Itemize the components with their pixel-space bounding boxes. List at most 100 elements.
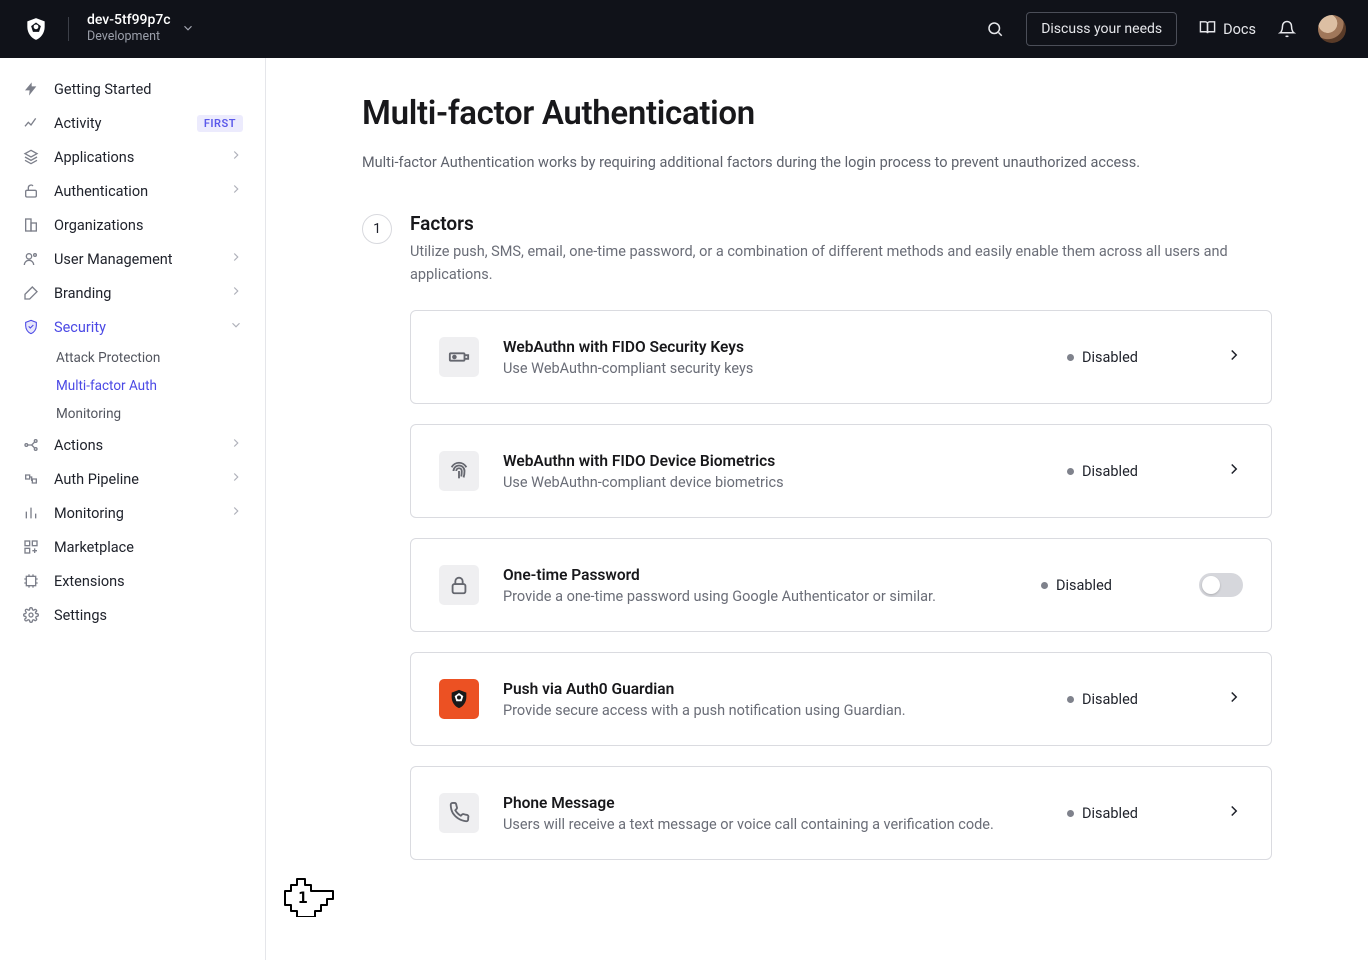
status-text: Disabled [1082, 805, 1138, 822]
main-content: Multi-factor Authentication Multi-factor… [266, 58, 1368, 960]
chevron-right-icon [1225, 460, 1243, 482]
sidebar-item-label: Applications [54, 149, 215, 166]
sidebar-item-auth-pipeline[interactable]: Auth Pipeline [0, 462, 265, 496]
factor-card-guardian[interactable]: Push via Auth0 Guardian Provide secure a… [410, 652, 1272, 746]
chevron-right-icon [229, 182, 243, 200]
sidebar-item-label: Getting Started [54, 81, 243, 98]
sidebar-item-activity[interactable]: Activity FIRST [0, 106, 265, 140]
factor-desc: Provide a one-time password using Google… [503, 588, 1017, 605]
sidebar-item-label: Settings [54, 607, 243, 624]
tenant-switcher[interactable]: dev-5tf99p7c Development [87, 12, 195, 46]
guardian-shield-icon [439, 679, 479, 719]
search-icon[interactable] [986, 20, 1004, 38]
docs-link[interactable]: Docs [1199, 19, 1256, 40]
security-subnav: Attack Protection Multi-factor Auth Moni… [0, 344, 265, 428]
tenant-name: dev-5tf99p7c [87, 12, 171, 28]
chevron-down-icon [229, 318, 243, 336]
factor-card-phone-message[interactable]: Phone Message Users will receive a text … [410, 766, 1272, 860]
page-title: Multi-factor Authentication [362, 94, 1272, 133]
factor-desc: Use WebAuthn-compliant security keys [503, 360, 1043, 377]
chevron-right-icon [229, 284, 243, 302]
section-factors: 1 Factors Utilize push, SMS, email, one-… [362, 212, 1272, 880]
plugin-icon [22, 572, 40, 590]
sidebar-item-security[interactable]: Security [0, 310, 265, 344]
docs-label: Docs [1223, 21, 1256, 38]
sidebar-item-user-management[interactable]: User Management [0, 242, 265, 276]
sidebar-item-actions[interactable]: Actions [0, 428, 265, 462]
status-badge: Disabled [1067, 463, 1177, 480]
sidebar-item-label: Activity [54, 115, 183, 132]
security-key-icon [439, 337, 479, 377]
sidebar-item-label: Actions [54, 437, 215, 454]
chevron-right-icon [229, 504, 243, 522]
sidebar-item-getting-started[interactable]: Getting Started [0, 72, 265, 106]
status-dot-icon [1067, 468, 1074, 475]
sidebar-item-settings[interactable]: Settings [0, 598, 265, 632]
sidebar-item-label: Extensions [54, 573, 243, 590]
phone-icon [439, 793, 479, 833]
factor-title: Phone Message [503, 794, 1043, 812]
chevron-right-icon [1225, 688, 1243, 710]
lock-open-icon [22, 182, 40, 200]
sidebar-item-label: Monitoring [54, 505, 215, 522]
sidebar-item-marketplace[interactable]: Marketplace [0, 530, 265, 564]
chart-line-icon [22, 114, 40, 132]
divider [68, 17, 69, 41]
factor-title: WebAuthn with FIDO Security Keys [503, 338, 1043, 356]
sidebar-item-organizations[interactable]: Organizations [0, 208, 265, 242]
auth0-logo-icon[interactable] [22, 15, 50, 43]
chevron-right-icon [1225, 802, 1243, 824]
factor-card-otp[interactable]: One-time Password Provide a one-time pas… [410, 538, 1272, 632]
subnav-multi-factor-auth[interactable]: Multi-factor Auth [56, 372, 265, 400]
bell-icon[interactable] [1278, 20, 1296, 38]
status-text: Disabled [1056, 577, 1112, 594]
grid-plus-icon [22, 538, 40, 556]
discuss-button[interactable]: Discuss your needs [1026, 12, 1177, 46]
factor-desc: Users will receive a text message or voi… [503, 816, 1043, 833]
status-dot-icon [1067, 696, 1074, 703]
sidebar: Getting Started Activity FIRST Applicati… [0, 58, 266, 960]
section-title: Factors [410, 212, 1272, 235]
factor-card-webauthn-biometrics[interactable]: WebAuthn with FIDO Device Biometrics Use… [410, 424, 1272, 518]
otp-toggle[interactable] [1199, 573, 1243, 597]
page-description: Multi-factor Authentication works by req… [362, 151, 1272, 174]
status-text: Disabled [1082, 463, 1138, 480]
chevron-right-icon [229, 470, 243, 488]
flow-icon [22, 436, 40, 454]
gear-icon [22, 606, 40, 624]
chevron-down-icon [181, 20, 195, 39]
status-badge: Disabled [1041, 577, 1151, 594]
sidebar-item-label: Authentication [54, 183, 215, 200]
sidebar-item-applications[interactable]: Applications [0, 140, 265, 174]
lock-icon [439, 565, 479, 605]
subnav-monitoring[interactable]: Monitoring [56, 400, 265, 428]
status-badge: Disabled [1067, 691, 1177, 708]
avatar[interactable] [1318, 15, 1346, 43]
fingerprint-icon [439, 451, 479, 491]
status-dot-icon [1067, 810, 1074, 817]
sidebar-item-label: Branding [54, 285, 215, 302]
bars-icon [22, 504, 40, 522]
status-badge: Disabled [1067, 349, 1177, 366]
sidebar-item-authentication[interactable]: Authentication [0, 174, 265, 208]
stack-icon [22, 148, 40, 166]
factor-title: One-time Password [503, 566, 1017, 584]
sidebar-item-branding[interactable]: Branding [0, 276, 265, 310]
building-icon [22, 216, 40, 234]
bolt-icon [22, 80, 40, 98]
discuss-button-label: Discuss your needs [1041, 21, 1162, 37]
pipeline-icon [22, 470, 40, 488]
factor-desc: Use WebAuthn-compliant device biometrics [503, 474, 1043, 491]
status-text: Disabled [1082, 349, 1138, 366]
step-number: 1 [362, 214, 392, 244]
badge-first: FIRST [197, 115, 243, 132]
factor-card-webauthn-keys[interactable]: WebAuthn with FIDO Security Keys Use Web… [410, 310, 1272, 404]
book-icon [1199, 19, 1216, 40]
sidebar-item-label: User Management [54, 251, 215, 268]
subnav-attack-protection[interactable]: Attack Protection [56, 344, 265, 372]
sidebar-item-extensions[interactable]: Extensions [0, 564, 265, 598]
status-badge: Disabled [1067, 805, 1177, 822]
tenant-env: Development [87, 28, 171, 46]
users-icon [22, 250, 40, 268]
sidebar-item-monitoring[interactable]: Monitoring [0, 496, 265, 530]
